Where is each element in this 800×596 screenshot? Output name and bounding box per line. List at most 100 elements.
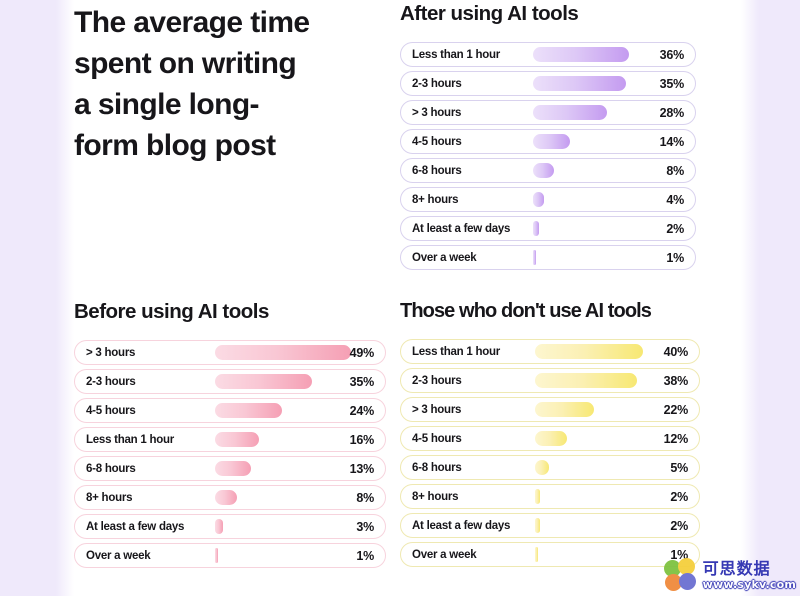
bar-value: 16% — [349, 432, 375, 447]
chart-after-ai: After using AI tools Less than 1 hour 36%… — [400, 2, 696, 274]
bar-row: 8+ hours 4% — [400, 187, 696, 212]
chart-after-ai-title: After using AI tools — [400, 2, 579, 25]
bar-label: 6-8 hours — [412, 164, 462, 177]
chart-before-ai: Before using AI tools > 3 hours 49% 2-3 ho… — [74, 300, 386, 572]
bar-value: 5% — [670, 460, 688, 475]
bar-row: > 3 hours 22% — [400, 397, 700, 422]
watermark-url: www.sykv.com — [702, 577, 796, 591]
bar-row: 8+ hours 2% — [400, 484, 700, 509]
bar-value: 2% — [666, 221, 684, 236]
bar-value: 49% — [349, 345, 375, 360]
bar-label: > 3 hours — [86, 346, 136, 359]
bar-label: Less than 1 hour — [412, 48, 501, 61]
bar-label: 2-3 hours — [412, 77, 462, 90]
bar-label: 2-3 hours — [412, 374, 462, 387]
bar-fill — [533, 250, 537, 265]
bar-row: 6-8 hours 5% — [400, 455, 700, 480]
bar-row: At least a few days 2% — [400, 216, 696, 241]
bar-value: 14% — [659, 134, 685, 149]
page-title: The average time spent on writing a sing… — [74, 6, 310, 162]
bar-row: At least a few days 3% — [74, 514, 386, 539]
bar-fill — [533, 192, 544, 207]
bar-fill — [214, 548, 218, 563]
bar-label: > 3 hours — [412, 403, 462, 416]
bar-value: 22% — [663, 402, 689, 417]
watermark: 可思数据 www.sykv.com — [663, 558, 796, 592]
bar-row: Less than 1 hour 36% — [400, 42, 696, 67]
watermark-text: 可思数据 www.sykv.com — [702, 558, 796, 591]
bar-fill — [214, 403, 282, 418]
bar-label: 4-5 hours — [412, 432, 462, 445]
chart-before-ai-bars: > 3 hours 49% 2-3 hours 35% 4-5 hours 24% Less… — [74, 340, 386, 568]
bar-row: Over a week 1% — [400, 542, 700, 567]
bar-label: 4-5 hours — [412, 135, 462, 148]
chart-non-users-title: Those who don't use AI tools — [400, 300, 652, 322]
bar-value: 1% — [356, 548, 374, 563]
headline-block: The average time spent on writing a sing… — [74, 2, 386, 166]
bar-value: 13% — [349, 461, 375, 476]
bar-row: 4-5 hours 14% — [400, 129, 696, 154]
bar-fill — [535, 344, 643, 359]
bar-row: 2-3 hours 38% — [400, 368, 700, 393]
bar-row: Over a week 1% — [400, 245, 696, 270]
bar-row: 4-5 hours 12% — [400, 426, 700, 451]
bar-row: Over a week 1% — [74, 543, 386, 568]
bar-label: > 3 hours — [412, 106, 462, 119]
bar-value: 24% — [349, 403, 375, 418]
bar-value: 36% — [659, 47, 685, 62]
bar-value: 28% — [659, 105, 685, 120]
chart-non-users: Those who don't use AI tools Less than 1… — [400, 300, 700, 571]
bar-fill — [533, 76, 627, 91]
right-gutter — [758, 0, 800, 596]
bar-label: Over a week — [412, 548, 477, 561]
bar-fill — [535, 431, 568, 446]
bar-label: 6-8 hours — [412, 461, 462, 474]
bar-fill — [533, 221, 539, 236]
bar-fill — [535, 460, 549, 475]
bar-label: Less than 1 hour — [412, 345, 501, 358]
bar-value: 12% — [663, 431, 689, 446]
chart-after-ai-bars: Less than 1 hour 36% 2-3 hours 35% > 3 hours… — [400, 42, 696, 270]
bar-label: 8+ hours — [412, 193, 459, 206]
bar-value: 38% — [663, 373, 689, 388]
bar-fill — [214, 432, 260, 447]
bar-row: 2-3 hours 35% — [74, 369, 386, 394]
bar-value: 8% — [666, 163, 684, 178]
bar-row: 2-3 hours 35% — [400, 71, 696, 96]
bar-fill — [535, 547, 539, 562]
bar-fill — [535, 402, 595, 417]
watermark-brand: 可思数据 — [702, 558, 771, 578]
chart-before-ai-title: Before using AI tools — [74, 300, 269, 323]
bar-label: At least a few days — [412, 519, 511, 532]
bar-label: 8+ hours — [412, 490, 459, 503]
bar-value: 1% — [666, 250, 684, 265]
bar-value: 8% — [356, 490, 374, 505]
bar-fill — [214, 490, 237, 505]
quadrant-grid: The average time spent on writing a sing… — [56, 0, 758, 596]
bar-value: 35% — [659, 76, 685, 91]
bar-value: 2% — [670, 489, 688, 504]
bar-label: 6-8 hours — [86, 462, 136, 475]
content-area: The average time spent on writing a sing… — [56, 0, 758, 596]
bar-row: > 3 hours 49% — [74, 340, 386, 365]
bar-fill — [533, 134, 571, 149]
bar-label: Less than 1 hour — [86, 433, 175, 446]
bar-fill — [535, 489, 541, 504]
bar-fill — [533, 105, 608, 120]
bar-row: 8+ hours 8% — [74, 485, 386, 510]
bar-row: At least a few days 2% — [400, 513, 700, 538]
bar-label: 8+ hours — [86, 491, 133, 504]
infographic-page: The average time spent on writing a sing… — [0, 0, 800, 596]
bar-fill — [214, 345, 352, 360]
bar-value: 3% — [356, 519, 374, 534]
bar-label: 4-5 hours — [86, 404, 136, 417]
bar-fill — [535, 373, 638, 388]
bar-row: Less than 1 hour 40% — [400, 339, 700, 364]
bar-value: 2% — [670, 518, 688, 533]
bar-fill — [214, 519, 223, 534]
bar-fill — [535, 518, 541, 533]
bar-row: 4-5 hours 24% — [74, 398, 386, 423]
bar-label: 2-3 hours — [86, 375, 136, 388]
bar-fill — [533, 163, 555, 178]
bar-row: > 3 hours 28% — [400, 100, 696, 125]
